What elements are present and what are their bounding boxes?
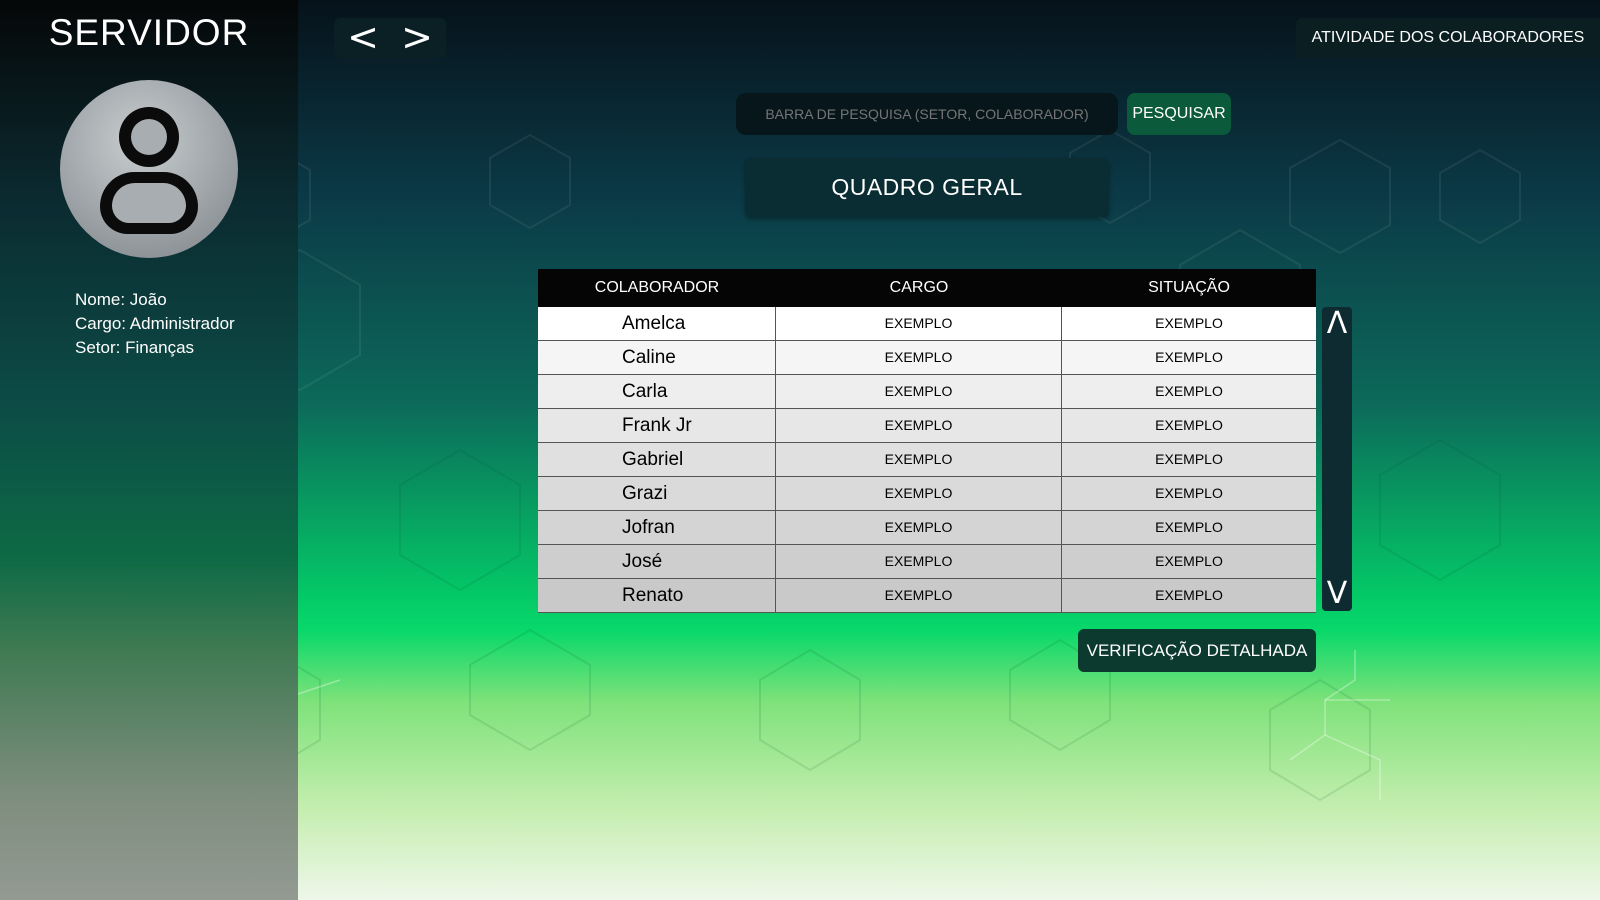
search-input[interactable] (736, 93, 1118, 135)
cell-cargo: EXEMPLO (776, 375, 1062, 408)
cell-situacao: EXEMPLO (1155, 587, 1223, 603)
table-row[interactable]: José EXEMPLO EXEMPLO (538, 545, 1316, 579)
cell-situacao: EXEMPLO (1155, 315, 1223, 331)
cell-colaborador: Jofran (538, 511, 776, 544)
cell-situacao: EXEMPLO (1155, 519, 1223, 535)
cell-colaborador: Frank Jr (538, 409, 776, 442)
sidebar: SERVIDOR Nome: João Cargo: Administrador… (0, 0, 298, 900)
scroll-up-button[interactable]: Λ (1322, 307, 1352, 341)
table-row[interactable]: Jofran EXEMPLO EXEMPLO (538, 511, 1316, 545)
profile-name: Nome: João (75, 290, 167, 309)
avatar-body-shape (100, 172, 198, 234)
cell-colaborador: Grazi (538, 477, 776, 510)
employee-activity-button[interactable]: ATIVIDADE DOS COLABORADORES (1296, 18, 1600, 58)
cell-situacao: EXEMPLO (1155, 417, 1223, 433)
table-row[interactable]: Grazi EXEMPLO EXEMPLO (538, 477, 1316, 511)
table-row[interactable]: Amelca EXEMPLO EXEMPLO (538, 307, 1316, 341)
column-header-colaborador: COLABORADOR (594, 279, 720, 296)
cell-cargo: EXEMPLO (776, 511, 1062, 544)
cell-cargo: EXEMPLO (776, 409, 1062, 442)
cell-cargo: EXEMPLO (776, 341, 1062, 374)
table-row[interactable]: Frank Jr EXEMPLO EXEMPLO (538, 409, 1316, 443)
cell-colaborador: Amelca (538, 307, 776, 340)
cell-cargo: EXEMPLO (776, 477, 1062, 510)
cell-cargo: EXEMPLO (776, 307, 1062, 340)
table-row[interactable]: Gabriel EXEMPLO EXEMPLO (538, 443, 1316, 477)
employees-table: COLABORADOR CARGO SITUAÇÃO Amelca EXEMPLO… (538, 269, 1316, 613)
cell-situacao: EXEMPLO (1155, 383, 1223, 399)
scroll-down-button[interactable]: V (1322, 577, 1352, 611)
cell-situacao: EXEMPLO (1155, 349, 1223, 365)
table-row[interactable]: Carla EXEMPLO EXEMPLO (538, 375, 1316, 409)
cell-cargo: EXEMPLO (776, 579, 1062, 612)
cell-situacao: EXEMPLO (1155, 553, 1223, 569)
cell-colaborador: Carla (538, 375, 776, 408)
cell-colaborador: Renato (538, 579, 776, 612)
table-scrollbar[interactable]: Λ V (1322, 307, 1352, 611)
detailed-verification-button[interactable]: VERIFICAÇÃO DETALHADA (1078, 629, 1316, 672)
cell-cargo: EXEMPLO (776, 545, 1062, 578)
table-row[interactable]: Caline EXEMPLO EXEMPLO (538, 341, 1316, 375)
cell-colaborador: José (538, 545, 776, 578)
table-header: COLABORADOR CARGO SITUAÇÃO (538, 269, 1316, 307)
cell-situacao: EXEMPLO (1155, 451, 1223, 467)
profile-info: Nome: João Cargo: Administrador Setor: F… (75, 288, 235, 360)
forward-arrow-button[interactable]: > (392, 18, 442, 58)
cell-colaborador: Gabriel (538, 443, 776, 476)
app-title: SERVIDOR (48, 12, 250, 53)
cell-situacao: EXEMPLO (1155, 485, 1223, 501)
search-button[interactable]: PESQUISAR (1127, 93, 1231, 135)
avatar-head-shape (119, 107, 179, 167)
back-arrow-button[interactable]: < (338, 18, 388, 58)
table-row[interactable]: Renato EXEMPLO EXEMPLO (538, 579, 1316, 613)
profile-sector: Setor: Finanças (75, 338, 195, 357)
cell-colaborador: Caline (538, 341, 776, 374)
column-header-situacao: SITUAÇÃO (1148, 279, 1230, 296)
page-title: QUADRO GERAL (745, 158, 1109, 217)
table-body: Amelca EXEMPLO EXEMPLO Caline EXEMPLO EXEMPLO… (538, 307, 1316, 613)
column-header-cargo: CARGO (889, 279, 949, 296)
user-avatar-icon (60, 80, 238, 258)
profile-role: Cargo: Administrador (75, 314, 235, 333)
navigation-arrows: < > (334, 18, 446, 58)
cell-cargo: EXEMPLO (776, 443, 1062, 476)
